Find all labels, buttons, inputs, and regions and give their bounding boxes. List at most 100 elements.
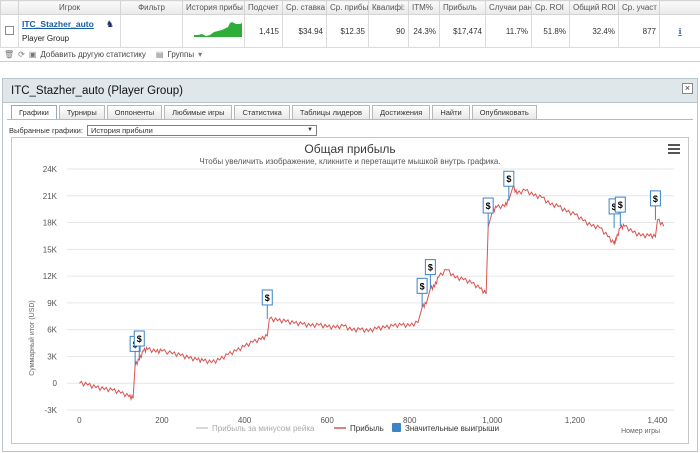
x-tick-label: 200 (155, 416, 169, 425)
player-group-label: Player Group (22, 34, 70, 43)
chart-series (79, 185, 665, 402)
tab-achievements[interactable]: Достижения (372, 105, 431, 119)
tab-find[interactable]: Найти (432, 105, 470, 119)
marker-dollar-icon: $ (486, 201, 491, 211)
chart-menu-icon[interactable] (668, 144, 680, 154)
graph-selector-value: История прибыли (90, 126, 153, 135)
player-name-link[interactable]: ITC_Stazher_auto (22, 19, 117, 29)
avg-entrants-cell: 877 (618, 14, 660, 48)
y-tick-label: 9K (47, 299, 57, 308)
col-header-total-roi[interactable]: Общий ROI (569, 0, 619, 15)
chart-subtitle: Чтобы увеличить изображение, кликните и … (199, 157, 500, 166)
big-win-marker[interactable]: $ (614, 196, 626, 227)
refresh-icon[interactable]: ⟳ (18, 50, 25, 59)
big-win-markers: $$$$$$$$$$ (129, 170, 661, 366)
stats-grid: Игрок Фильтр История прибы Подсчет Ср. с… (0, 0, 700, 48)
profit-chart-svg[interactable]: Общая прибыль Чтобы увеличить изображени… (12, 138, 688, 443)
dropdown-arrow-icon: ▼ (307, 127, 313, 133)
filter-cell[interactable] (120, 14, 183, 48)
history-sparkline-cell (182, 14, 245, 48)
tabs-divider (7, 119, 693, 120)
col-header-itm[interactable]: ITM% (408, 0, 440, 15)
legend-profit[interactable]: Прибыль (350, 424, 384, 433)
stats-toolbar: 🗑 ⟳ ▣ Добавить другую статистику ▤ Групп… (0, 47, 700, 62)
groups-button[interactable]: Группы (167, 50, 194, 59)
col-header-avg-stake[interactable]: Ср. ставка (282, 0, 327, 15)
tab-favorite-games[interactable]: Любимые игры (164, 105, 233, 119)
player-cell: ITC_Stazher_auto Player Group ♞ (18, 14, 121, 48)
y-axis-ticks: -3K 0 3K 6K 9K 12K 15K 18K 21K 24K (43, 165, 58, 415)
tab-leaderboards[interactable]: Таблицы лидеров (291, 105, 371, 119)
marker-dollar-icon: $ (618, 200, 623, 210)
legend-big-wins-swatch (392, 423, 401, 432)
y-tick-label: 15K (43, 245, 58, 254)
avg-stake-cell: $34.94 (282, 14, 327, 48)
col-header-random[interactable]: Случаи ран (485, 0, 532, 15)
profit-series-line (79, 185, 665, 402)
y-tick-label: 21K (43, 192, 58, 201)
window-title: ITC_Stazher_auto (Player Group) (11, 84, 183, 97)
marker-dollar-icon: $ (506, 174, 511, 184)
profit-chart[interactable]: Общая прибыль Чтобы увеличить изображени… (11, 137, 689, 444)
col-header-action (659, 0, 700, 15)
chart-grid (67, 168, 674, 411)
y-tick-label: 6K (47, 326, 57, 335)
qualified-cell: 90 (368, 14, 409, 48)
y-tick-label: 3K (47, 352, 57, 361)
big-win-marker[interactable]: $ (133, 330, 145, 361)
legend-ex-rake[interactable]: Прибыль за минусом рейка (212, 424, 315, 433)
x-axis-label: Номер игры (621, 428, 660, 435)
col-header-avg-profit[interactable]: Ср. прибы (326, 0, 369, 15)
col-header-avg-roi[interactable]: Ср. ROI (531, 0, 570, 15)
col-header-filter[interactable]: Фильтр (120, 0, 183, 15)
row-checkbox-cell (0, 14, 19, 48)
close-icon[interactable]: × (682, 83, 693, 94)
marker-dollar-icon: $ (653, 194, 658, 204)
marker-dollar-icon: $ (428, 263, 433, 273)
col-header-count[interactable]: Подсчет (244, 0, 283, 15)
col-header-avg-entrants[interactable]: Ср. участ (618, 0, 660, 15)
select-all-header (0, 0, 19, 15)
legend-big-wins[interactable]: Значительные выигрыши (405, 424, 499, 433)
tab-opponents[interactable]: Оппоненты (106, 105, 163, 119)
add-stat-icon: ▣ (28, 50, 37, 59)
avg-roi-cell: 51.8% (531, 14, 570, 48)
count-cell: 1,415 (244, 14, 283, 48)
y-tick-label: 18K (43, 219, 58, 228)
window-tabs: Графики Турниры Оппоненты Любимые игры С… (11, 105, 537, 120)
marker-dollar-icon: $ (265, 293, 270, 303)
row-checkbox[interactable] (5, 25, 14, 35)
chevron-down-icon[interactable]: ▾ (198, 50, 202, 59)
y-tick-label: 0 (53, 379, 58, 388)
network-logo-icon: ♞ (105, 19, 114, 29)
tab-statistics[interactable]: Статистика (234, 105, 290, 119)
x-tick-label: 1,400 (647, 416, 668, 425)
col-header-profit[interactable]: Прибыль (439, 0, 486, 15)
graph-selector-dropdown[interactable]: История прибыли ▼ (86, 125, 317, 136)
tab-graphs[interactable]: Графики (11, 105, 57, 120)
sparkline-fill (194, 22, 242, 37)
tab-publish[interactable]: Опубликовать (471, 105, 537, 119)
add-stats-button[interactable]: Добавить другую статистику (40, 50, 145, 59)
avg-profit-cell: $12.35 (326, 14, 369, 48)
y-tick-label: 12K (43, 272, 58, 281)
stats-header-row: Игрок Фильтр История прибы Подсчет Ср. с… (0, 0, 700, 15)
big-win-marker[interactable]: $ (261, 289, 273, 319)
col-header-qualified[interactable]: Квалифі: (368, 0, 409, 15)
player-window: ITC_Stazher_auto (Player Group) × График… (2, 78, 698, 452)
trash-icon[interactable]: 🗑 (4, 50, 14, 59)
profit-cell: $17,474 (439, 14, 486, 48)
big-win-marker[interactable]: $ (649, 190, 661, 220)
tab-tournaments[interactable]: Турниры (58, 105, 105, 119)
y-tick-label: 24K (43, 165, 58, 174)
chart-legend: Прибыль за минусом рейка Прибыль Значите… (196, 423, 499, 433)
marker-dollar-icon: $ (137, 334, 142, 344)
random-cases-cell: 11.7% (485, 14, 532, 48)
profit-sparkline (194, 22, 242, 37)
chart-title: Общая прибыль (304, 142, 395, 156)
col-header-history[interactable]: История прибы (182, 0, 245, 15)
col-header-player[interactable]: Игрок (18, 0, 121, 15)
table-row[interactable]: ITC_Stazher_auto Player Group ♞ 1,415 $3… (0, 14, 700, 48)
row-info-icon[interactable]: ℹ (678, 27, 681, 36)
y-axis-label: Суммарный итог (USD) (28, 300, 36, 376)
